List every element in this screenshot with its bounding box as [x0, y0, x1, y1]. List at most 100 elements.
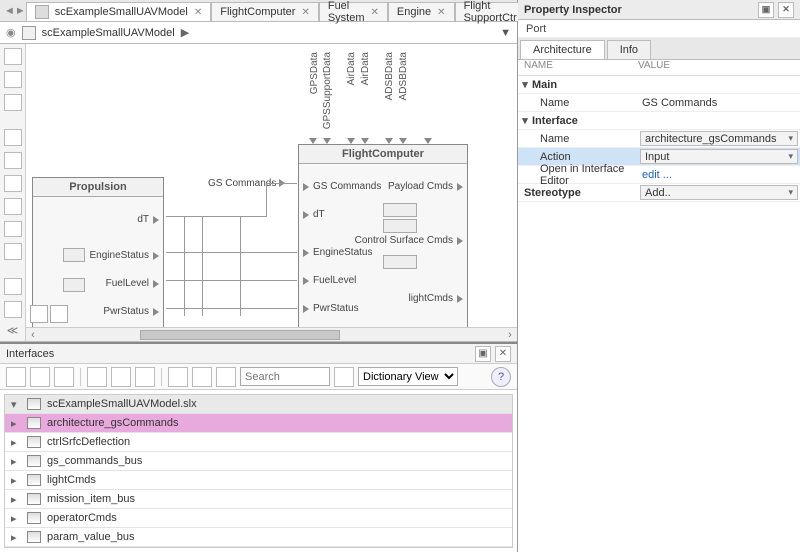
scroll-left-icon[interactable]: ‹	[26, 329, 40, 341]
toolbar-button[interactable]	[111, 367, 131, 387]
breadcrumb-dropdown-icon[interactable]: ▼	[500, 27, 511, 39]
tab-fuelsystem[interactable]: Fuel System ✕	[319, 2, 388, 21]
tab-flightcomputer[interactable]: FlightComputer ✕	[211, 2, 319, 21]
tree-interface-row[interactable]: ▸ctrlSrfcDeflection	[5, 433, 512, 452]
tool-button[interactable]	[4, 94, 22, 111]
port-out[interactable]: FuelLevel	[106, 278, 159, 289]
dropdown-ifname[interactable]: architecture_gsCommands▾	[640, 131, 798, 146]
prop-row-name[interactable]: Name GS Commands	[518, 94, 800, 112]
chevron-down-icon: ▾	[788, 133, 793, 144]
section-interface[interactable]: ▾Interface	[518, 112, 800, 130]
toolbar-button[interactable]	[6, 367, 26, 387]
component-flightcomputer[interactable]: FlightComputer GS Commands dT EngineStat…	[298, 144, 468, 341]
model-icon	[35, 5, 49, 19]
prop-row-open-editor[interactable]: Open in Interface Editor edit ...	[518, 166, 800, 184]
interfaces-panel: Interfaces ▣ ✕ Dictionary View	[0, 342, 517, 552]
toolbar-button[interactable]	[54, 367, 74, 387]
tab-engine[interactable]: Engine ✕	[388, 2, 455, 21]
model-canvas[interactable]: GPSData GPSSupportData AirData AirData A…	[26, 44, 517, 341]
toolbar-button[interactable]	[135, 367, 155, 387]
tool-button[interactable]	[4, 221, 22, 238]
scrollbar-thumb[interactable]	[140, 330, 340, 340]
tab-nav-back-icon[interactable]: ◄	[4, 0, 15, 21]
subcomponent-icon	[383, 255, 417, 269]
close-icon[interactable]: ✕	[778, 2, 794, 18]
scroll-right-icon[interactable]: ›	[503, 329, 517, 341]
prop-row-stereotype[interactable]: Stereotype Add..▾	[518, 184, 800, 202]
port-pwrstatus[interactable]: PwrStatus	[303, 303, 359, 314]
tab-model[interactable]: scExampleSmallUAVModel ✕	[26, 2, 211, 21]
signal-label: ADSBData	[398, 52, 409, 100]
breadcrumb-model[interactable]: scExampleSmallUAVModel	[42, 27, 175, 39]
close-icon[interactable]: ✕	[495, 346, 511, 362]
tree-interface-row[interactable]: ▸gs_commands_bus	[5, 452, 512, 471]
collapse-icon[interactable]: ▾	[11, 398, 21, 411]
hide-icon[interactable]: ◉	[6, 26, 16, 39]
tool-button[interactable]	[4, 152, 22, 169]
tab-label: FlightComputer	[220, 6, 295, 18]
port-dt[interactable]: dT	[303, 209, 325, 220]
tree-file-row[interactable]: ▾ scExampleSmallUAVModel.slx	[5, 395, 512, 414]
port-out[interactable]: PwrStatus	[103, 306, 159, 317]
prop-value: GS Commands	[638, 97, 800, 109]
port-lightcmds[interactable]: lightCmds	[409, 293, 463, 304]
toolbar-button[interactable]	[168, 367, 188, 387]
port-enginestatus[interactable]: EngineStatus	[303, 247, 373, 258]
interface-icon	[27, 493, 41, 505]
toolbar-button[interactable]	[87, 367, 107, 387]
tool-button[interactable]	[4, 48, 22, 65]
close-icon[interactable]: ✕	[301, 7, 309, 18]
close-icon[interactable]: ✕	[437, 7, 445, 18]
tool-button[interactable]	[4, 301, 22, 318]
minimize-icon[interactable]: ▣	[475, 346, 491, 362]
port-fuellevel[interactable]: FuelLevel	[303, 275, 356, 286]
tab-architecture[interactable]: Architecture	[520, 40, 605, 59]
view-tree-icon[interactable]	[50, 305, 68, 323]
toolbar-button[interactable]	[216, 367, 236, 387]
canvas-toolstrip: ≪	[0, 44, 26, 341]
port-out[interactable]: EngineStatus	[90, 250, 160, 261]
tool-button[interactable]	[4, 198, 22, 215]
breadcrumb-arrow-icon[interactable]: ▶	[181, 26, 189, 39]
prop-row-ifname[interactable]: Name architecture_gsCommands▾	[518, 130, 800, 148]
tree-interface-row[interactable]: ▸mission_item_bus	[5, 490, 512, 509]
tab-label: Flight SupportCtr	[464, 0, 517, 24]
toolbar-button[interactable]	[30, 367, 50, 387]
editor-tabs: ◄ ► scExampleSmallUAVModel ✕ FlightCompu…	[0, 0, 517, 22]
tree-interface-row[interactable]: ▸operatorCmds	[5, 509, 512, 528]
section-main[interactable]: ▾Main	[518, 76, 800, 94]
expand-icon[interactable]: ▸	[11, 417, 21, 430]
canvas-scrollbar[interactable]: ‹ ›	[26, 327, 517, 341]
search-go-icon[interactable]	[334, 367, 354, 387]
port-payloadcmds[interactable]: Payload Cmds	[388, 181, 463, 192]
tool-button[interactable]	[4, 278, 22, 295]
toolbar-button[interactable]	[192, 367, 212, 387]
subcomponent-icon	[383, 219, 417, 233]
view-grid-icon[interactable]	[30, 305, 48, 323]
close-icon[interactable]: ✕	[194, 7, 202, 18]
help-icon[interactable]: ?	[491, 367, 511, 387]
tab-nav-fwd-icon[interactable]: ►	[15, 0, 26, 21]
tool-button[interactable]	[4, 243, 22, 260]
close-icon[interactable]: ✕	[371, 7, 379, 18]
tree-interface-row[interactable]: ▸param_value_bus	[5, 528, 512, 547]
grid-header-value: VALUE	[638, 60, 670, 75]
tool-button[interactable]	[4, 129, 22, 146]
minimize-icon[interactable]: ▣	[758, 2, 774, 18]
search-input[interactable]	[240, 367, 330, 386]
view-select[interactable]: Dictionary View	[358, 367, 458, 386]
tree-interface-row[interactable]: ▸lightCmds	[5, 471, 512, 490]
tool-button[interactable]	[4, 71, 22, 88]
port-in[interactable]: dT	[137, 214, 159, 225]
dropdown-stereotype[interactable]: Add..▾	[640, 185, 798, 200]
dropdown-action[interactable]: Input▾	[640, 149, 798, 164]
link-edit[interactable]: edit ...	[638, 169, 800, 181]
tab-info[interactable]: Info	[607, 40, 651, 59]
model-icon	[22, 26, 36, 40]
property-inspector: Property Inspector ▣ ✕ Port Architecture…	[518, 0, 800, 552]
port-controlsurfcmds[interactable]: Control Surface Cmds	[355, 235, 463, 246]
tree-interface-row[interactable]: ▸ architecture_gsCommands	[5, 414, 512, 433]
toolstrip-overflow-icon[interactable]: ≪	[7, 324, 19, 337]
port-gscommands[interactable]: GS Commands	[303, 181, 381, 192]
tool-button[interactable]	[4, 175, 22, 192]
